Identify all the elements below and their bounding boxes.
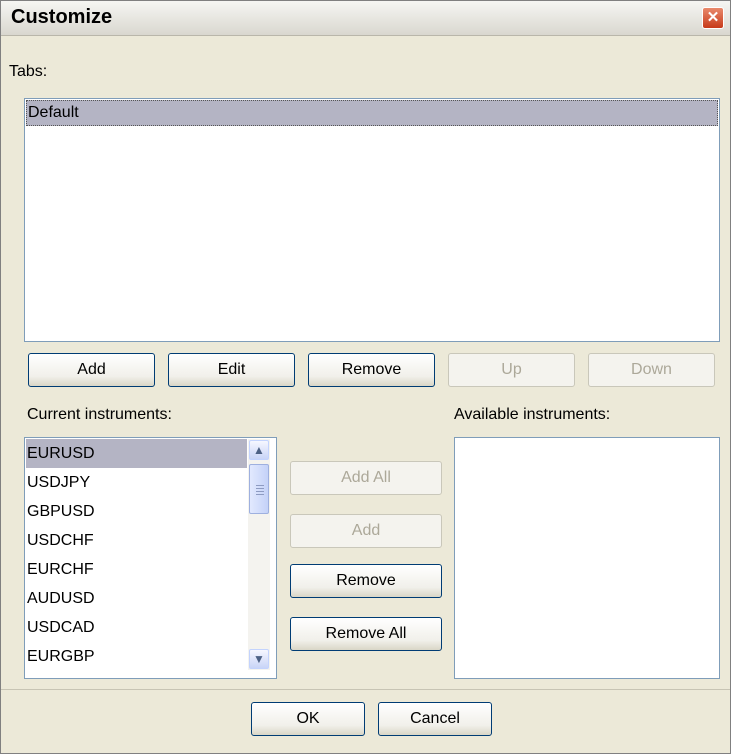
remove-instrument-button[interactable]: Remove <box>290 564 442 598</box>
list-item[interactable]: AUDUSD <box>26 584 247 613</box>
current-instruments-label: Current instruments: <box>27 406 172 423</box>
window-title: Customize <box>11 6 113 28</box>
thumb-grip <box>256 488 264 489</box>
cancel-button[interactable]: Cancel <box>378 702 492 736</box>
list-item[interactable]: USDCHF <box>26 526 247 555</box>
add-all-button[interactable]: Add All <box>290 461 442 495</box>
add-instrument-button[interactable]: Add <box>290 514 442 548</box>
tab-up-button[interactable]: Up <box>448 353 575 387</box>
vertical-scrollbar[interactable]: ▲ ▼ <box>248 439 270 670</box>
tab-add-button[interactable]: Add <box>28 353 155 387</box>
list-item[interactable]: USDCAD <box>26 613 247 642</box>
tab-edit-button[interactable]: Edit <box>168 353 295 387</box>
list-item[interactable]: USDJPY <box>26 468 247 497</box>
list-item[interactable]: EURGBP <box>26 642 247 671</box>
chevron-down-icon: ▼ <box>253 652 265 666</box>
thumb-grip <box>256 494 264 495</box>
close-icon: ✕ <box>706 9 720 26</box>
thumb-grip <box>256 485 264 486</box>
list-item[interactable]: EURUSD <box>26 439 247 468</box>
scroll-up-button[interactable]: ▲ <box>249 440 269 460</box>
tabs-list[interactable]: Default <box>24 98 720 342</box>
available-instruments-label: Available instruments: <box>454 406 611 423</box>
list-item[interactable]: GBPUSD <box>26 497 247 526</box>
customize-dialog: Customize ✕ Tabs: Default Add Edit Remov… <box>0 0 731 754</box>
tab-remove-button[interactable]: Remove <box>308 353 435 387</box>
remove-all-button[interactable]: Remove All <box>290 617 442 651</box>
close-button[interactable]: ✕ <box>702 7 724 29</box>
tab-item-default[interactable]: Default <box>26 100 718 126</box>
current-instruments-list[interactable]: EURUSD USDJPY GBPUSD USDCHF EURCHF AUDUS… <box>24 437 277 679</box>
scroll-thumb[interactable] <box>249 464 269 514</box>
tab-down-button[interactable]: Down <box>588 353 715 387</box>
scroll-down-button[interactable]: ▼ <box>249 649 269 669</box>
available-instruments-list[interactable] <box>454 437 720 679</box>
chevron-up-icon: ▲ <box>253 443 265 457</box>
title-bar[interactable]: Customize ✕ <box>1 1 730 36</box>
tabs-label: Tabs: <box>9 63 48 80</box>
thumb-grip <box>256 491 264 492</box>
footer-divider <box>1 689 730 690</box>
ok-button[interactable]: OK <box>251 702 365 736</box>
list-item[interactable]: EURCHF <box>26 555 247 584</box>
